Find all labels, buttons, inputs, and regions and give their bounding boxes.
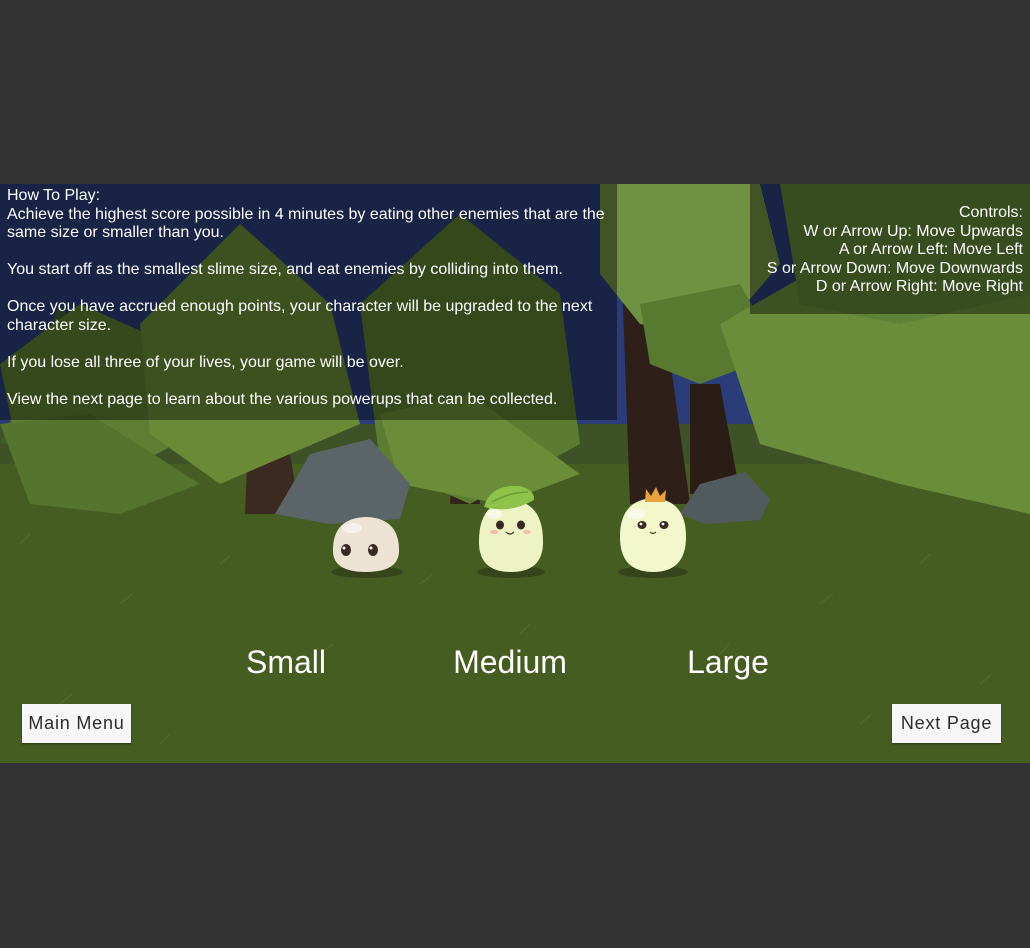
control-move-right: D or Arrow Right: Move Right bbox=[815, 278, 1023, 295]
how-to-play-paragraph: View the next page to learn about the va… bbox=[7, 390, 558, 408]
how-to-play-text: How To Play: Achieve the highest score p… bbox=[7, 187, 613, 428]
medium-slime-character bbox=[478, 485, 544, 572]
slime-eye bbox=[637, 521, 647, 529]
control-move-down: S or Arrow Down: Move Downwards bbox=[766, 259, 1023, 277]
slime-eye bbox=[496, 520, 504, 530]
how-to-play-title: How To Play: bbox=[7, 187, 101, 204]
how-to-play-paragraph: Achieve the highest score possible in 4 … bbox=[7, 205, 605, 242]
size-label-medium: Medium bbox=[453, 644, 567, 680]
control-move-up: W or Arrow Up: Move Upwards bbox=[803, 222, 1023, 240]
next-page-button[interactable]: Next Page bbox=[892, 704, 1001, 743]
size-label-large: Large bbox=[687, 644, 769, 680]
control-move-left: A or Arrow Left: Move Left bbox=[838, 241, 1023, 258]
slime-eye bbox=[659, 521, 669, 529]
main-menu-button[interactable]: Main Menu bbox=[22, 704, 131, 743]
controls-title: Controls: bbox=[958, 204, 1023, 221]
how-to-play-paragraph: If you lose all three of your lives, you… bbox=[7, 353, 404, 371]
slime-eye bbox=[341, 544, 351, 556]
controls-text: Controls: W or Arrow Up: Move Upwards A … bbox=[753, 204, 1023, 297]
slime-eye bbox=[368, 544, 378, 556]
how-to-play-paragraph: You start off as the smallest slime size… bbox=[7, 261, 563, 278]
slime-eye bbox=[517, 520, 525, 530]
how-to-play-paragraph: Once you have accrued enough points, you… bbox=[7, 298, 593, 334]
small-slime-character bbox=[332, 517, 400, 572]
size-label-small: Small bbox=[245, 644, 327, 680]
game-viewport: How To Play: Achieve the highest score p… bbox=[0, 184, 1030, 763]
